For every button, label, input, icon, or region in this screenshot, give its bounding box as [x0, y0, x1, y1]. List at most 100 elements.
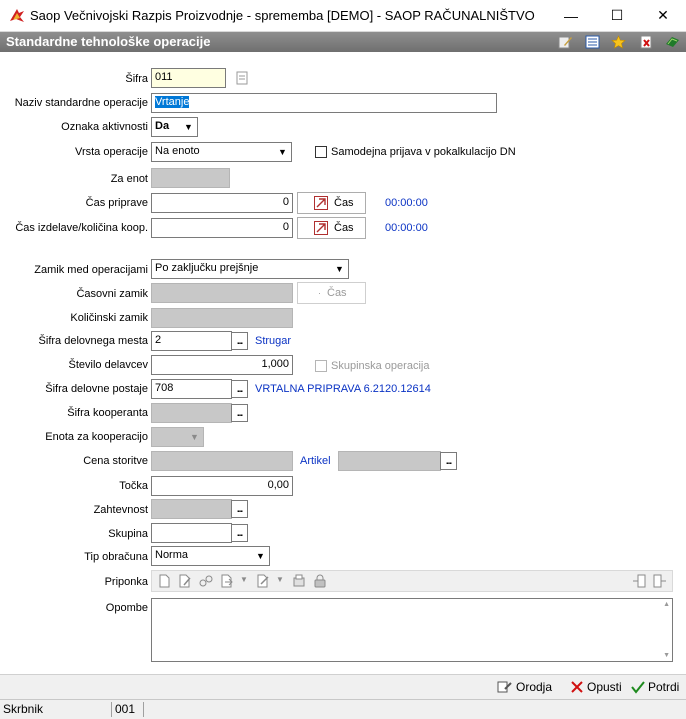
- chevron-down-icon: ▼: [184, 122, 193, 132]
- sifra-label: Šifra: [125, 73, 148, 85]
- casovni-zamik-input: [151, 283, 293, 303]
- artikel-lookup-button[interactable]: ...: [440, 452, 457, 470]
- kolicinski-zamik-input: [151, 308, 293, 328]
- potrdi-label: Potrdi: [648, 680, 680, 694]
- skupina-lookup-button[interactable]: ...: [231, 524, 248, 542]
- bottom-toolbar: Orodja Opusti Potrdi: [0, 674, 686, 699]
- scroll-down-icon[interactable]: ▼: [663, 652, 670, 659]
- oznaka-select[interactable]: Da ▼: [151, 117, 198, 137]
- sifra-input[interactable]: 011: [151, 68, 226, 88]
- orodja-button[interactable]: Orodja: [497, 678, 552, 696]
- minimize-button[interactable]: —: [548, 0, 594, 31]
- delovno-mesto-desc: Strugar: [255, 335, 292, 347]
- scanner-icon[interactable]: [292, 574, 306, 588]
- form-header: Standardne tehnološke operacije: [0, 32, 686, 52]
- cas-priprave-button[interactable]: Čas: [297, 192, 366, 214]
- cena-input: [151, 451, 293, 471]
- cas-izdelave-input[interactable]: 0: [151, 218, 293, 238]
- kooperant-input: [151, 403, 232, 423]
- cancel-icon: [571, 681, 583, 693]
- stevilo-delavcev-input[interactable]: 1,000: [151, 355, 293, 375]
- maximize-button[interactable]: ☐: [594, 0, 640, 31]
- check-icon: [631, 681, 645, 694]
- vrsta-label: Vrsta operacije: [75, 146, 148, 158]
- clock-icon: ·: [318, 288, 321, 298]
- za-enot-input: [151, 168, 230, 188]
- chevron-down-icon[interactable]: ▼: [276, 575, 284, 584]
- tocka-label: Točka: [119, 480, 148, 492]
- cas-izdelave-label: Čas izdelave/količina koop.: [15, 222, 148, 234]
- samodejna-checkbox[interactable]: [315, 146, 327, 158]
- delete-icon[interactable]: [638, 34, 655, 50]
- cas-izdelave-button[interactable]: Čas: [297, 217, 366, 239]
- delovno-mesto-input[interactable]: 2: [151, 331, 232, 351]
- close-button[interactable]: ✕: [640, 0, 686, 31]
- kooperant-label: Šifra kooperanta: [67, 407, 148, 419]
- zamik-value: Po zaključku prejšnje: [155, 262, 259, 274]
- naziv-label: Naziv standardne operacije: [14, 97, 148, 109]
- delovno-mesto-label: Šifra delovnega mesta: [38, 335, 148, 347]
- cas-priprave-input[interactable]: 0: [151, 193, 293, 213]
- casovni-zamik-button-label: Čas: [327, 287, 347, 299]
- zahtevnost-input: [151, 499, 232, 519]
- enota-koop-label: Enota za kooperacijo: [45, 431, 148, 443]
- naziv-selected-text: Vrtanje: [155, 96, 190, 108]
- chevron-down-icon: ▼: [190, 432, 199, 442]
- pen-document-icon[interactable]: [256, 574, 270, 588]
- tocka-input[interactable]: 0,00: [151, 476, 293, 496]
- import-document-icon[interactable]: [220, 574, 234, 588]
- oznaka-value: Da: [155, 120, 170, 132]
- chevron-down-icon: ▼: [278, 147, 287, 157]
- link-icon[interactable]: [199, 574, 213, 588]
- skupinska-label: Skupinska operacija: [331, 360, 430, 372]
- zahtevnost-lookup-button[interactable]: ...: [231, 500, 248, 518]
- delovna-postaja-lookup-button[interactable]: ...: [231, 380, 248, 398]
- refresh-icon[interactable]: [234, 70, 250, 86]
- skupinska-checkbox: [315, 360, 327, 372]
- tip-obracuna-select[interactable]: Norma ▼: [151, 546, 270, 566]
- exit-icon[interactable]: [664, 34, 681, 50]
- vrsta-select[interactable]: Na enoto ▼: [151, 142, 292, 162]
- oznaka-label: Oznaka aktivnosti: [61, 121, 148, 133]
- chevron-down-icon[interactable]: ▼: [240, 575, 248, 584]
- saop-app-icon: [10, 9, 24, 22]
- attach-left-icon[interactable]: [632, 574, 646, 588]
- priponka-toolbar: ▼ ▼: [151, 570, 673, 592]
- window-title: Saop Večnivojski Razpis Proizvodnje - sp…: [30, 8, 535, 23]
- new-document-icon[interactable]: [157, 574, 171, 588]
- edit-icon[interactable]: [557, 34, 574, 50]
- opombe-textarea[interactable]: ▲ ▼: [151, 598, 673, 662]
- zahtevnost-label: Zahtevnost: [93, 504, 148, 516]
- edit-document-icon[interactable]: [178, 574, 192, 588]
- potrdi-button[interactable]: Potrdi: [631, 678, 679, 696]
- delovna-postaja-desc: VRTALNA PRIPRAVA 6.2120.12614: [255, 383, 431, 395]
- opusti-button[interactable]: Opusti: [570, 678, 622, 696]
- zamik-select[interactable]: Po zaključku prejšnje ▼: [151, 259, 349, 279]
- vrsta-value: Na enoto: [155, 145, 200, 157]
- cas-izdelave-button-label: Čas: [334, 222, 354, 234]
- skupina-label: Skupina: [108, 528, 148, 540]
- attach-right-icon[interactable]: [653, 574, 667, 588]
- scroll-up-icon[interactable]: ▲: [663, 601, 670, 608]
- delovna-postaja-input[interactable]: 708: [151, 379, 232, 399]
- cena-label: Cena storitve: [83, 455, 148, 467]
- cas-priprave-time: 00:00:00: [385, 197, 428, 209]
- list-icon[interactable]: [584, 34, 601, 50]
- lock-icon[interactable]: [313, 574, 327, 588]
- naziv-input[interactable]: Vrtanje: [151, 93, 497, 113]
- chevron-down-icon: ▼: [335, 264, 344, 274]
- status-code: 001: [112, 702, 144, 717]
- artikel-link[interactable]: Artikel: [300, 455, 331, 467]
- delovno-mesto-lookup-button[interactable]: ...: [231, 332, 248, 350]
- artikel-input: [338, 451, 441, 471]
- form-title: Standardne tehnološke operacije: [6, 34, 211, 49]
- star-icon[interactable]: [610, 34, 627, 50]
- clock-icon: [314, 196, 328, 210]
- title-bar: Saop Večnivojski Razpis Proizvodnje - sp…: [0, 0, 686, 32]
- cas-priprave-label: Čas priprave: [85, 197, 148, 209]
- chevron-down-icon: ▼: [256, 551, 265, 561]
- priponka-label: Priponka: [104, 576, 148, 588]
- kooperant-lookup-button[interactable]: ...: [231, 404, 248, 422]
- orodja-label: Orodja: [516, 680, 553, 694]
- skupina-input[interactable]: [151, 523, 232, 543]
